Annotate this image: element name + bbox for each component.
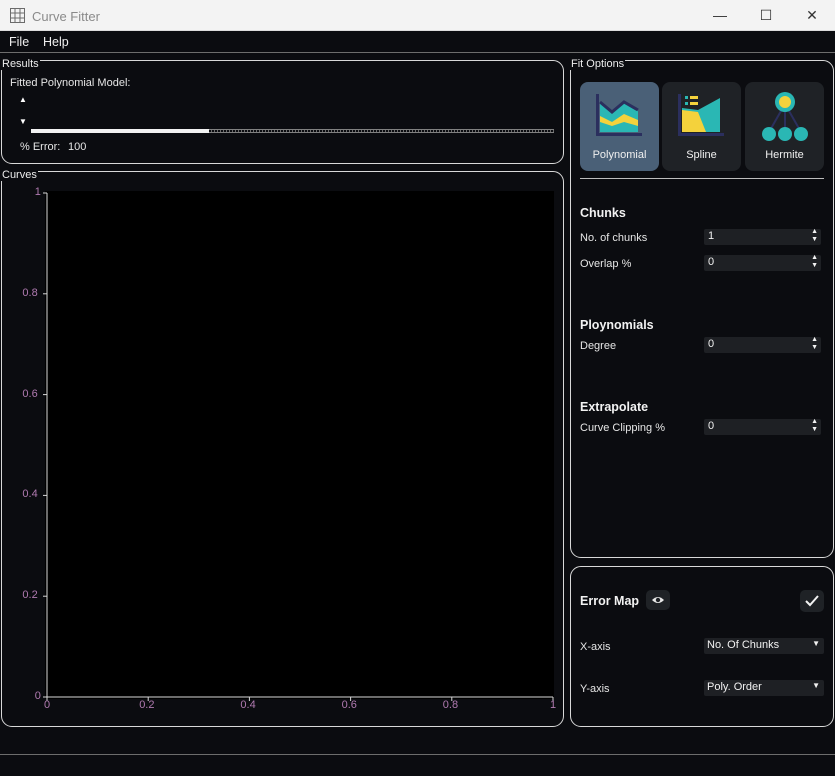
y-tick-label: 0 (34, 690, 41, 702)
y-axis-dropdown[interactable]: Poly. Order ▼ (704, 680, 824, 696)
overlap-value: 0 (708, 256, 715, 268)
polynomial-label: Polynomial (592, 149, 647, 161)
eye-icon (652, 597, 664, 603)
scroll-up-arrow[interactable]: ▲ (19, 95, 27, 104)
no-of-chunks-value: 1 (708, 230, 715, 242)
minimize-button[interactable]: — (697, 0, 743, 31)
divider (580, 178, 824, 179)
results-group-title: Results (1, 58, 40, 70)
x-tick-label: 0 (44, 699, 51, 711)
curve-clipping-spinbox[interactable]: 0 ▲ ▼ (704, 418, 821, 435)
spline-chart-icon (678, 94, 724, 136)
hermite-tree-icon (762, 92, 808, 141)
maximize-button[interactable]: ☐ (743, 0, 789, 31)
x-tick-label: 0.4 (240, 699, 256, 711)
polynomials-title: Ploynomials (580, 318, 654, 332)
chunks-title: Chunks (580, 206, 626, 220)
x-axis-value: No. Of Chunks (707, 639, 780, 651)
spin-arrows-icon[interactable]: ▲ ▼ (811, 228, 818, 244)
results-slider-fill (31, 129, 209, 133)
polynomial-chart-icon (596, 94, 642, 136)
spline-label: Spline (686, 149, 717, 161)
y-axis-label: Y-axis (580, 683, 610, 695)
menu-bar: File Help (0, 31, 835, 53)
status-bar (0, 754, 835, 776)
x-tick-label: 0.2 (139, 699, 155, 711)
menu-file[interactable]: File (9, 35, 29, 49)
degree-spinbox[interactable]: 0 ▲ ▼ (704, 336, 821, 353)
scroll-down-arrow[interactable]: ▼ (19, 117, 27, 126)
chevron-down-icon: ▼ (812, 681, 820, 690)
eye-toggle-button[interactable] (646, 590, 670, 610)
y-axis-value: Poly. Order (707, 681, 762, 693)
error-map-checkbox[interactable] (800, 590, 824, 612)
y-tick-label: 0.6 (22, 387, 38, 400)
x-tick-label: 0.8 (442, 699, 459, 711)
no-of-chunks-spinbox[interactable]: 1 ▲ ▼ (704, 228, 821, 245)
x-axis-label: X-axis (580, 641, 611, 653)
close-button[interactable]: ✕ (789, 0, 835, 31)
title-bar: Curve Fitter — ☐ ✕ (0, 0, 835, 31)
error-label: % Error: (20, 141, 61, 153)
overlap-spinbox[interactable]: 0 ▲ ▼ (704, 254, 821, 271)
hermite-label: Hermite (765, 149, 804, 161)
grid-table-icon (10, 8, 25, 23)
hermite-button[interactable]: Hermite (745, 82, 824, 171)
menu-help[interactable]: Help (43, 35, 69, 49)
extrapolate-title: Extrapolate (580, 400, 649, 414)
spline-button[interactable]: Spline (662, 82, 741, 171)
spin-arrows-icon[interactable]: ▲ ▼ (811, 418, 818, 434)
degree-label: Degree (580, 340, 617, 352)
spin-arrows-icon[interactable]: ▲ ▼ (811, 254, 818, 270)
error-map-title: Error Map (580, 594, 640, 608)
chevron-down-icon: ▼ (812, 639, 820, 648)
window-title: Curve Fitter (32, 9, 100, 24)
curve-clipping-label: Curve Clipping % (580, 422, 665, 434)
x-tick-label: 1 (550, 699, 557, 711)
overlap-label: Overlap % (580, 258, 632, 270)
fit-options-group-title: Fit Options (570, 58, 626, 70)
x-axis-dropdown[interactable]: No. Of Chunks ▼ (704, 638, 824, 654)
curve-clipping-value: 0 (708, 420, 715, 432)
plot-area[interactable] (45, 191, 554, 699)
x-tick-label: 0.6 (341, 699, 357, 711)
fitted-model-label: Fitted Polynomial Model: (10, 77, 131, 89)
polynomial-button[interactable]: Polynomial (580, 82, 659, 171)
y-tick-label: 1 (34, 186, 41, 198)
y-tick-label: 0.4 (22, 488, 38, 501)
checkmark-icon (805, 595, 819, 607)
no-of-chunks-label: No. of chunks (580, 232, 648, 244)
degree-value: 0 (708, 338, 715, 350)
spin-arrows-icon[interactable]: ▲ ▼ (811, 336, 818, 352)
y-tick-label: 0.2 (22, 589, 38, 602)
y-tick-label: 0.8 (22, 286, 38, 299)
curves-group-title: Curves (1, 169, 38, 181)
error-value: 100 (68, 141, 87, 153)
